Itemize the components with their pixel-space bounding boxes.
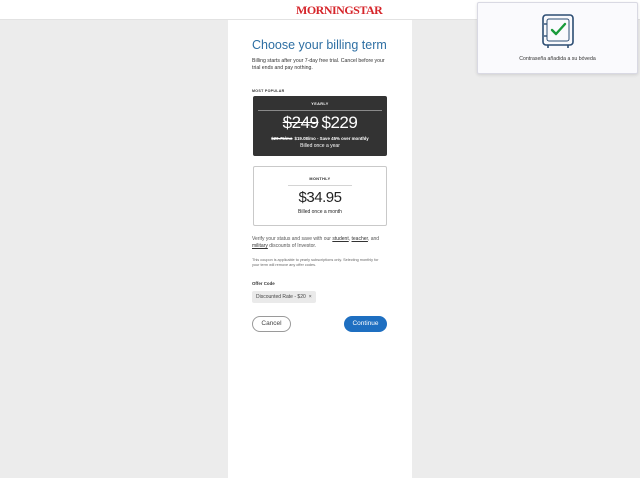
page-title: Choose your billing term	[252, 38, 387, 52]
monthly-plan-option[interactable]: MONTHLY $34.95 Billed once a month	[253, 166, 387, 226]
divider	[288, 185, 352, 186]
divider	[258, 110, 382, 111]
trial-description: Billing starts after your 7-day free tri…	[252, 58, 385, 71]
billing-frequency: Billed once a month	[298, 209, 342, 215]
billing-frequency: Billed once a year	[300, 143, 340, 149]
verify-text: , and	[367, 236, 380, 242]
original-price: $249	[282, 113, 319, 132]
remove-offer-icon[interactable]: ×	[309, 294, 312, 300]
original-monthly-rate: $20.75/mo	[271, 136, 293, 141]
current-price: $34.95	[298, 189, 342, 206]
offer-code-chip: Discounted Rate - $20 ×	[252, 291, 316, 303]
continue-button[interactable]: Continue	[344, 316, 387, 332]
morningstar-logo[interactable]: MORNINGSTAR	[296, 3, 383, 18]
most-popular-label: MOST POPULAR	[252, 89, 285, 93]
student-discount-link[interactable]: student	[332, 236, 348, 242]
yearly-plan-option[interactable]: YEARLY $249 $229 $20.75/mo $19.08/mo - Sav…	[253, 96, 387, 156]
savings-detail: $19.08/mo - Save 45% over monthly	[294, 136, 369, 141]
verify-text: Verify your status and save with our	[252, 236, 333, 242]
coupon-note: This coupon is applicable to yearly subs…	[252, 258, 379, 267]
yearly-savings: $20.75/mo $19.08/mo - Save 45% over month…	[253, 136, 387, 141]
plan-name: YEARLY	[311, 102, 329, 106]
offer-code-value: Discounted Rate - $20	[256, 294, 306, 300]
cancel-button[interactable]: Cancel	[252, 316, 291, 332]
teacher-discount-link[interactable]: teacher	[352, 236, 368, 242]
notification-message: Contraseña añadida a su bóveda	[519, 56, 596, 62]
password-saved-notification: Contraseña añadida a su bóveda	[477, 2, 638, 74]
discount-verification-text: Verify your status and save with our stu…	[252, 236, 388, 250]
current-price: $229	[321, 113, 358, 132]
plan-name: MONTHLY	[309, 177, 331, 181]
military-discount-link[interactable]: military	[252, 243, 268, 249]
verify-text: discounts of Investor.	[267, 242, 317, 249]
vault-check-icon	[542, 14, 574, 48]
price-row: $249 $229	[253, 114, 387, 132]
offer-code-label: Offer Code	[252, 281, 275, 286]
